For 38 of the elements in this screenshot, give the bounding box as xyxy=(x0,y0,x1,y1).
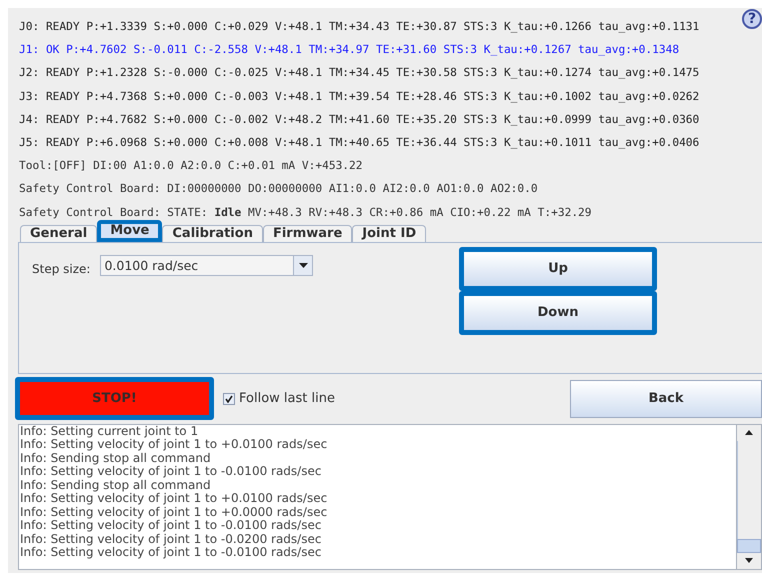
log-line: Info: Setting velocity of joint 1 to +0.0100 rads/sec xyxy=(20,438,328,452)
step-size-label: Step size: xyxy=(32,260,90,278)
caret-icon xyxy=(298,262,308,268)
log-line: Info: Setting velocity of joint 1 to -0.0100 rads/sec xyxy=(20,519,322,533)
tab[interactable]: General xyxy=(20,224,98,242)
log-line: Info: Setting current joint to 1 xyxy=(20,424,200,438)
checkbox-label: Follow last line xyxy=(239,390,335,408)
move-button[interactable]: Up xyxy=(459,246,657,291)
scroll-down-icon[interactable] xyxy=(745,558,753,564)
checkbox[interactable] xyxy=(223,392,235,405)
status-line: Safety Control Board: DI:00000000 DO:00000000 AI1:0.0 AI2:0.0 AO1:0.0 AO2:0.0 xyxy=(19,181,538,198)
status-line: J1: OK P:+4.7602 S:-0.011 C:-2.558 V:+48.1 TM:+34.97 TE:+31.60 STS:3 K_tau:+0.1267 tau_avg:+0.1348 xyxy=(19,42,680,58)
tab[interactable]: Firmware xyxy=(262,224,352,242)
log-line: Info: Setting velocity of joint 1 to +0.0100 rads/sec xyxy=(20,492,328,506)
status-line: J0: READY P:+1.3339 S:+0.000 C:+0.029 V:+48.1 TM:+34.43 TE:+30.87 STS:3 K_tau:+0.1266 tau_avg:+0.1131 xyxy=(19,19,700,35)
back-button[interactable]: Back xyxy=(570,380,762,418)
status-line: J5: READY P:+6.0968 S:+0.000 C:+0.008 V:+48.1 TM:+40.65 TE:+36.44 STS:3 K_tau:+0.1011 tau_avg:+0.0406 xyxy=(19,134,700,151)
log-line: Info: Sending stop all command xyxy=(20,478,212,492)
tab[interactable]: Move xyxy=(97,220,162,242)
scroll-up-icon[interactable] xyxy=(745,430,753,436)
scroll-thumb[interactable] xyxy=(737,538,761,553)
status-line: J4: READY P:+4.7682 S:+0.000 C:-0.002 V:+48.2 TM:+41.60 TE:+35.20 STS:3 K_tau:+0.0999 tau_avg:+0.0360 xyxy=(19,112,700,128)
status-line: Tool:[OFF] DI:00 A1:0.0 A2:0.0 C:+0.01 mA V:+453.22 xyxy=(19,158,363,174)
help-icon[interactable]: ? xyxy=(742,9,762,29)
log-line: Info: Setting velocity of joint 1 to -0.0100 rads/sec xyxy=(20,546,322,560)
log-line: Info: Setting velocity of joint 1 to -0.0100 rads/sec xyxy=(20,465,322,479)
step-size-dropdown[interactable]: 0.0100 rad/sec xyxy=(100,254,314,276)
scrollbar[interactable] xyxy=(736,424,761,569)
log-line: Info: Sending stop all command xyxy=(20,452,212,466)
tab[interactable]: Calibration xyxy=(162,224,263,242)
dropdown-value: 0.0100 rad/sec xyxy=(103,256,200,275)
log-line: Info: Setting velocity of joint 1 to +0.0000 rads/sec xyxy=(20,506,328,520)
log-line: Info: Setting velocity of joint 1 to -0.0200 rads/sec xyxy=(20,532,322,546)
status-line: Safety Control Board: STATE: Idle MV:+48.3 RV:+48.3 CR:+0.86 mA CIO:+0.22 mA T:+32.29 xyxy=(19,204,592,220)
tab[interactable]: Joint ID xyxy=(352,224,426,242)
status-line: J2: READY P:+1.2328 S:-0.000 C:-0.025 V:+48.1 TM:+34.45 TE:+30.58 STS:3 K_tau:+0.1274 tau_avg:+0.1475 xyxy=(19,65,700,82)
status-line: J3: READY P:+4.7368 S:+0.000 C:-0.003 V:+48.1 TM:+39.54 TE:+28.46 STS:3 K_tau:+0.1002 tau_avg:+0.0262 xyxy=(19,88,700,105)
move-button[interactable]: Down xyxy=(459,290,657,335)
